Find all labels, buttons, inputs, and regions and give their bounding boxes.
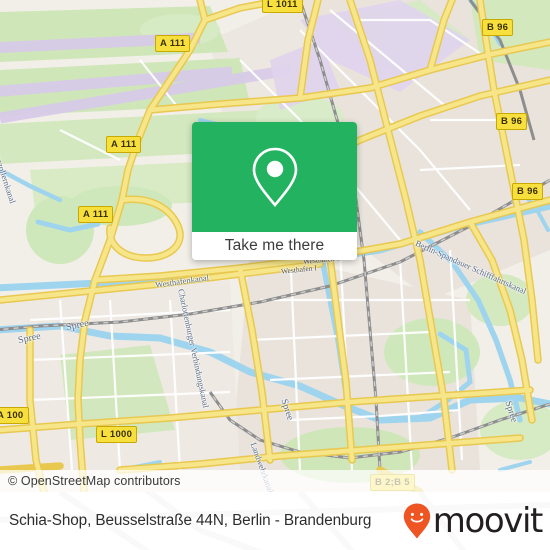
footer-bar: Schia-Shop, Beusselstraße 44N, Berlin - … <box>0 492 550 550</box>
road-shield: B 96 <box>496 113 528 130</box>
road-shield: B 96 <box>482 19 514 36</box>
road-shield: L 1011 <box>262 0 303 13</box>
card-icon-area <box>192 122 357 232</box>
road-shield: A 111 <box>155 35 191 52</box>
road-shield: L 1000 <box>96 426 138 443</box>
screenshot-root: Westhafenkanal Charlottenburger Verbindu… <box>0 0 550 550</box>
take-me-there-button[interactable]: Take me there <box>192 232 357 260</box>
place-title: Schia-Shop, Beusselstraße 44N, Berlin - … <box>9 512 372 529</box>
map-pin-icon <box>252 147 297 208</box>
map-attribution-bar: © OpenStreetMap contributors <box>0 470 550 492</box>
moovit-smiley-pin-icon <box>403 503 430 539</box>
road-shield: A 100 <box>0 407 29 424</box>
map-attribution-text: © OpenStreetMap contributors <box>8 474 181 488</box>
take-me-there-label: Take me there <box>224 237 325 254</box>
road-shield: A 111 <box>106 136 142 153</box>
moovit-wordmark: moovit <box>432 501 544 541</box>
road-shield: A 111 <box>78 206 114 223</box>
road-shield: B 96 <box>512 183 544 200</box>
moovit-logo[interactable]: moovit <box>402 501 544 541</box>
take-me-there-card[interactable]: Take me there <box>192 122 357 260</box>
